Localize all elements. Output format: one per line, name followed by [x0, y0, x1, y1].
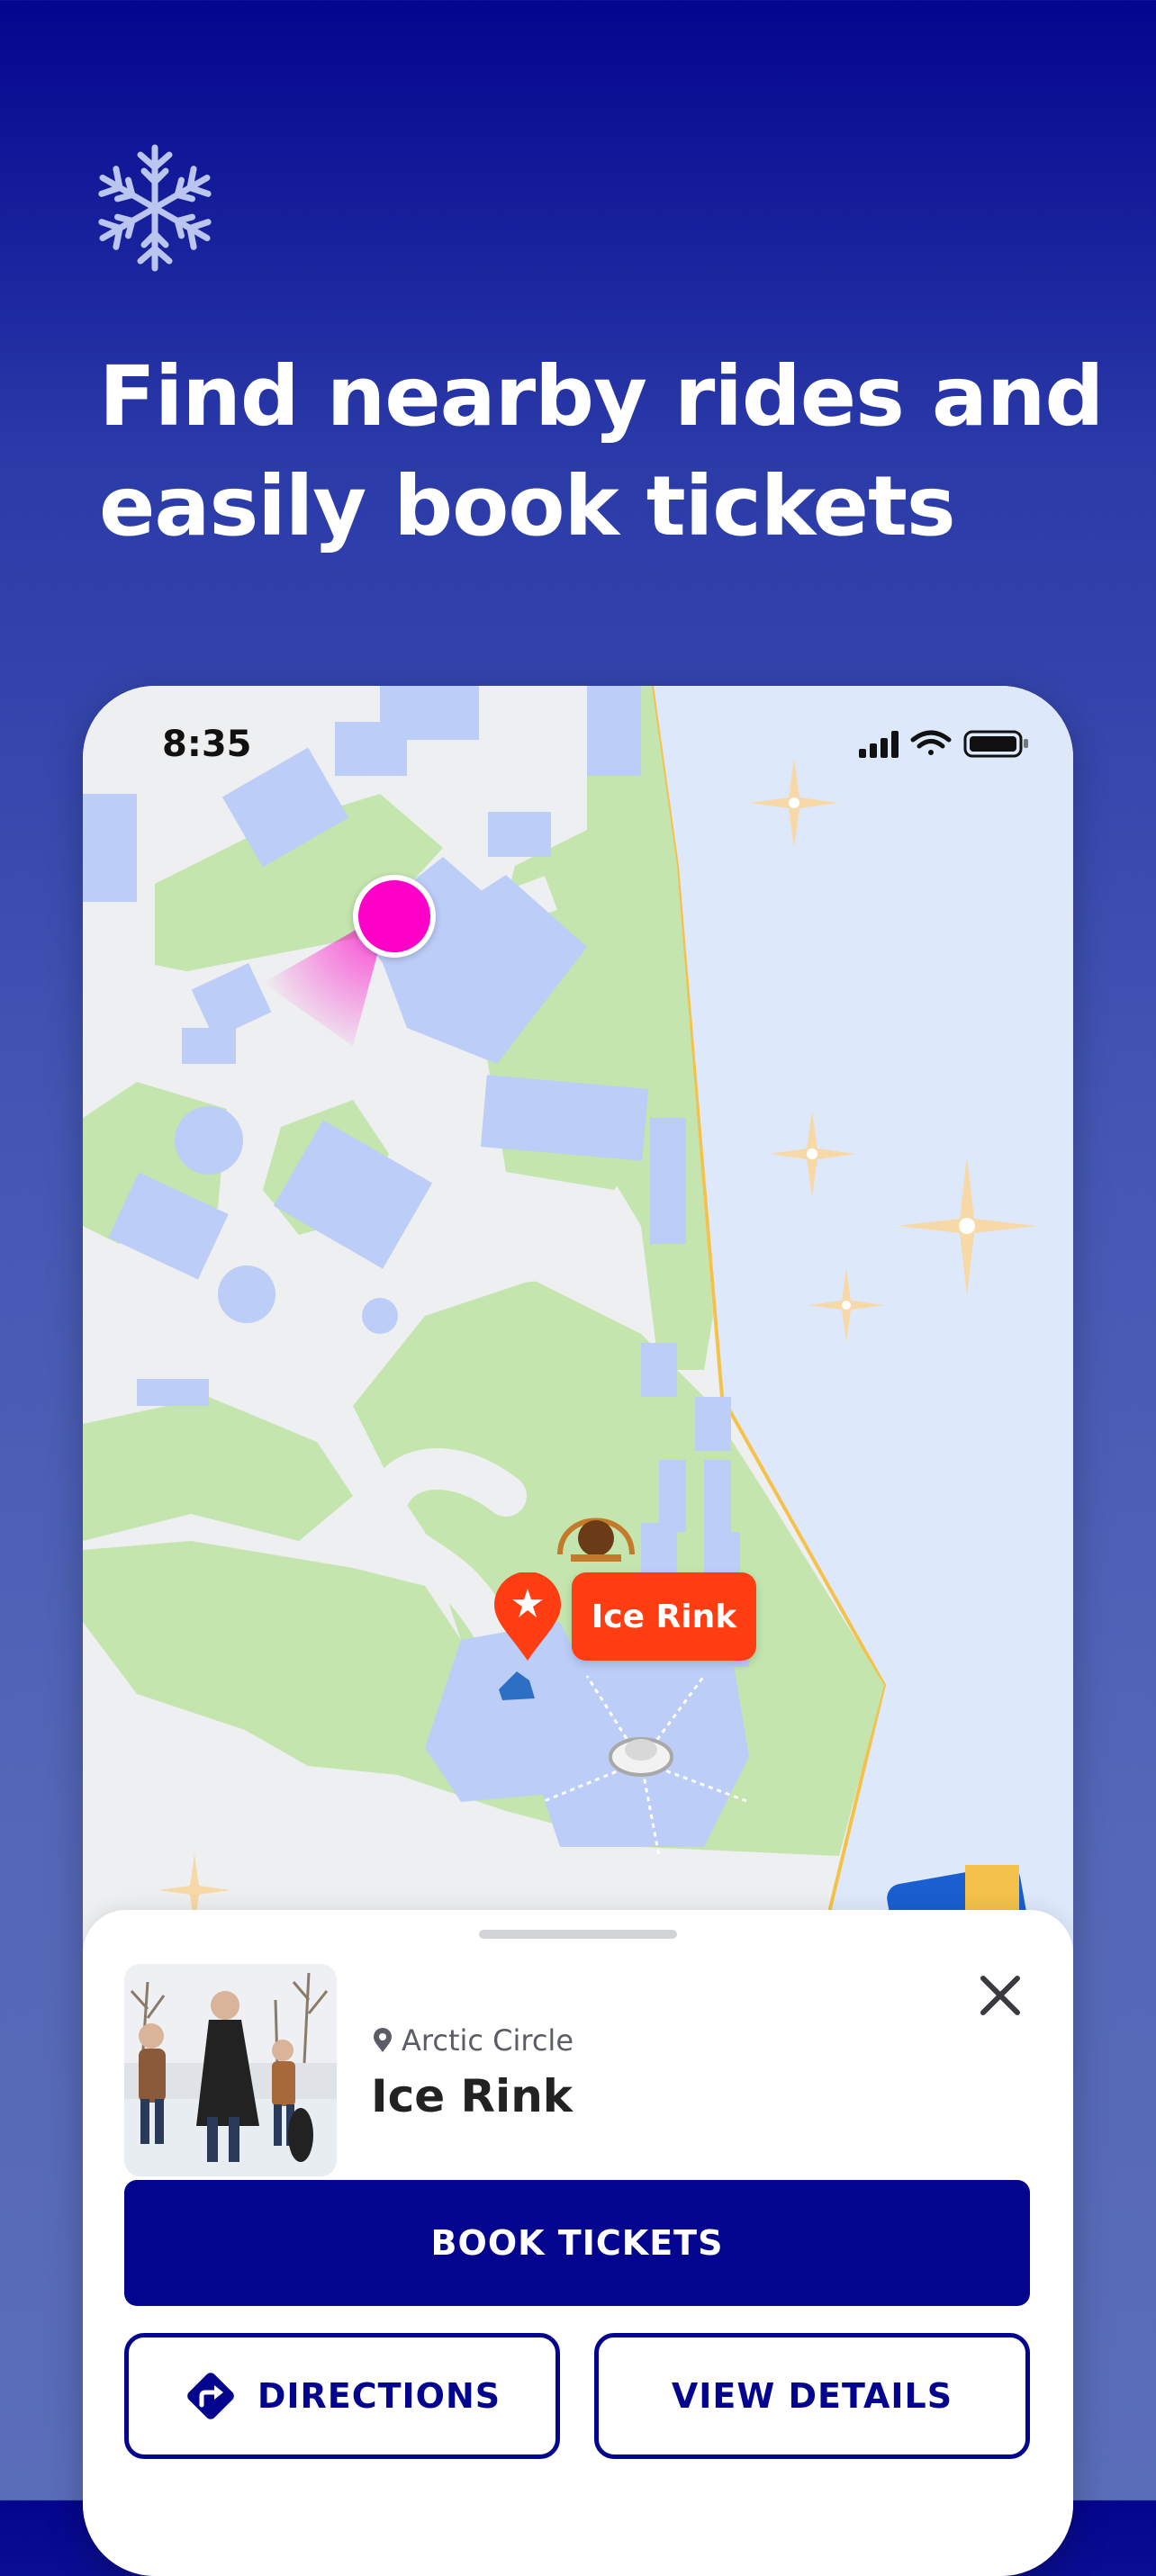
park-map[interactable]	[83, 686, 1073, 1946]
headline: Find nearby rides and easily book ticket…	[99, 342, 1104, 562]
location-pin-icon	[374, 2028, 392, 2052]
close-icon[interactable]	[976, 1971, 1025, 2020]
place-title: Ice Rink	[371, 2070, 573, 2122]
status-icons	[859, 730, 1028, 758]
wifi-icon	[910, 730, 952, 755]
place-bottom-sheet: Arctic Circle Ice Rink BOOK TICKETS DIRE…	[83, 1910, 1073, 2576]
phone-mockup: 8:35 Ice Rink Arctic Circle Ice Rink BOO…	[83, 686, 1073, 2576]
book-tickets-button[interactable]: BOOK TICKETS	[124, 2180, 1030, 2306]
place-location: Arctic Circle	[373, 2023, 573, 2058]
headline-line-2: easily book tickets	[99, 458, 956, 554]
user-location-dot	[353, 875, 436, 958]
sheet-grabber[interactable]	[479, 1930, 677, 1939]
directions-icon	[187, 2373, 234, 2419]
map-marker-label[interactable]: Ice Rink	[572, 1572, 756, 1661]
snowflake-icon	[94, 144, 216, 274]
directions-button[interactable]: DIRECTIONS	[124, 2333, 560, 2459]
status-time: 8:35	[162, 724, 252, 765]
signal-icon	[859, 731, 899, 758]
place-location-label: Arctic Circle	[402, 2023, 573, 2058]
battery-icon	[963, 730, 1028, 758]
directions-label: DIRECTIONS	[257, 2376, 501, 2416]
ice-rink-photo	[124, 1964, 337, 2176]
headline-line-1: Find nearby rides and	[99, 348, 1104, 445]
view-details-button[interactable]: VIEW DETAILS	[594, 2333, 1030, 2459]
ice-rink-pin-icon[interactable]	[492, 1572, 563, 1662]
